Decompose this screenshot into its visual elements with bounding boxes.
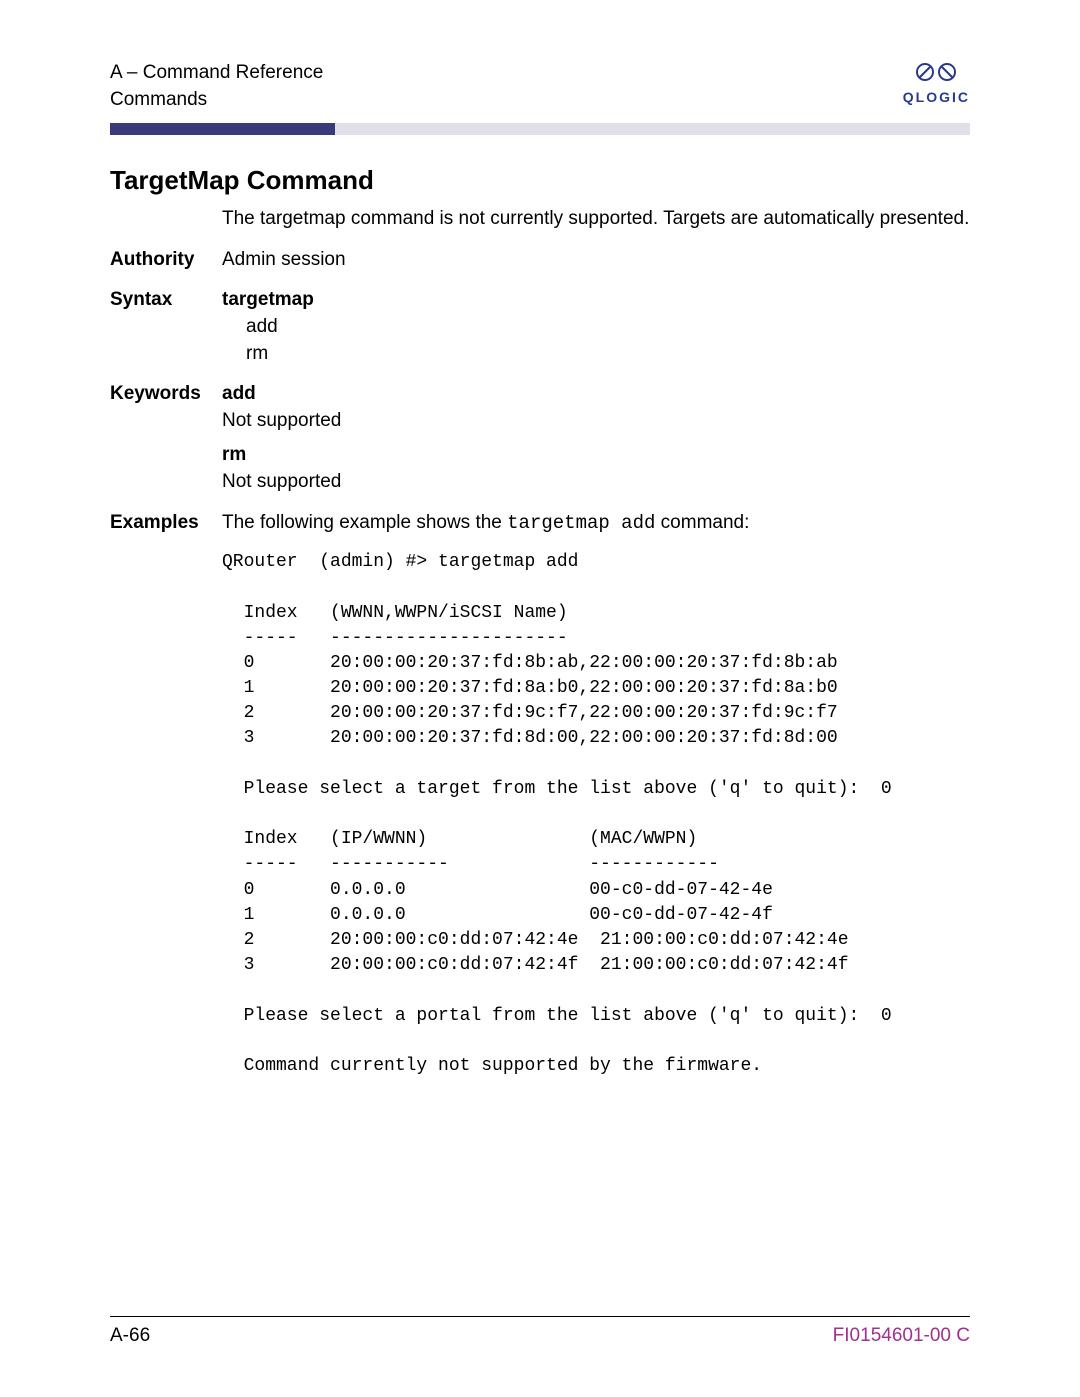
logo-icon: [913, 60, 959, 89]
examples-intro-post: command:: [655, 512, 749, 533]
kw-rm: rm: [222, 442, 970, 469]
page-footer: A-66 FI0154601-00 C: [0, 1308, 1080, 1347]
brand-logo: QLOGIC: [903, 60, 970, 105]
page-header: A – Command Reference Commands QLOGIC: [110, 60, 970, 113]
syntax-value: targetmap add rm: [222, 273, 970, 367]
intro-text: The targetmap command is not currently s…: [222, 196, 970, 233]
header-line2: Commands: [110, 87, 323, 114]
examples-label: Examples: [110, 496, 222, 537]
authority-label: Authority: [110, 233, 222, 274]
footer-doc-id: FI0154601-00 C: [833, 1325, 970, 1347]
syntax-opt-add: add: [246, 314, 970, 341]
syntax-label: Syntax: [110, 273, 222, 367]
header-line1: A – Command Reference: [110, 60, 323, 87]
examples-intro: The following example shows the targetma…: [222, 496, 970, 537]
keywords-value: add Not supported rm Not supported: [222, 367, 970, 495]
authority-value: Admin session: [222, 233, 970, 274]
content-grid: The targetmap command is not currently s…: [110, 196, 970, 1079]
kw-add: add: [222, 381, 970, 408]
keywords-label: Keywords: [110, 367, 222, 495]
page: A – Command Reference Commands QLOGIC Ta…: [0, 0, 1080, 1397]
kw-rm-desc: Not supported: [222, 469, 970, 496]
syntax-opt-rm: rm: [246, 341, 970, 368]
header-text: A – Command Reference Commands: [110, 60, 323, 113]
page-title: TargetMap Command: [110, 165, 970, 196]
syntax-keyword: targetmap: [222, 289, 314, 310]
examples-intro-code: targetmap add: [507, 512, 655, 534]
footer-row: A-66 FI0154601-00 C: [110, 1325, 970, 1347]
logo-text: QLOGIC: [903, 89, 970, 105]
header-divider-bar: [110, 123, 970, 135]
examples-intro-pre: The following example shows the: [222, 512, 507, 533]
example-code-block: QRouter (admin) #> targetmap add Index (…: [222, 536, 970, 1079]
footer-page-number: A-66: [110, 1325, 150, 1347]
header-divider-accent: [110, 123, 335, 135]
kw-add-desc: Not supported: [222, 408, 970, 435]
footer-divider: [110, 1316, 970, 1317]
